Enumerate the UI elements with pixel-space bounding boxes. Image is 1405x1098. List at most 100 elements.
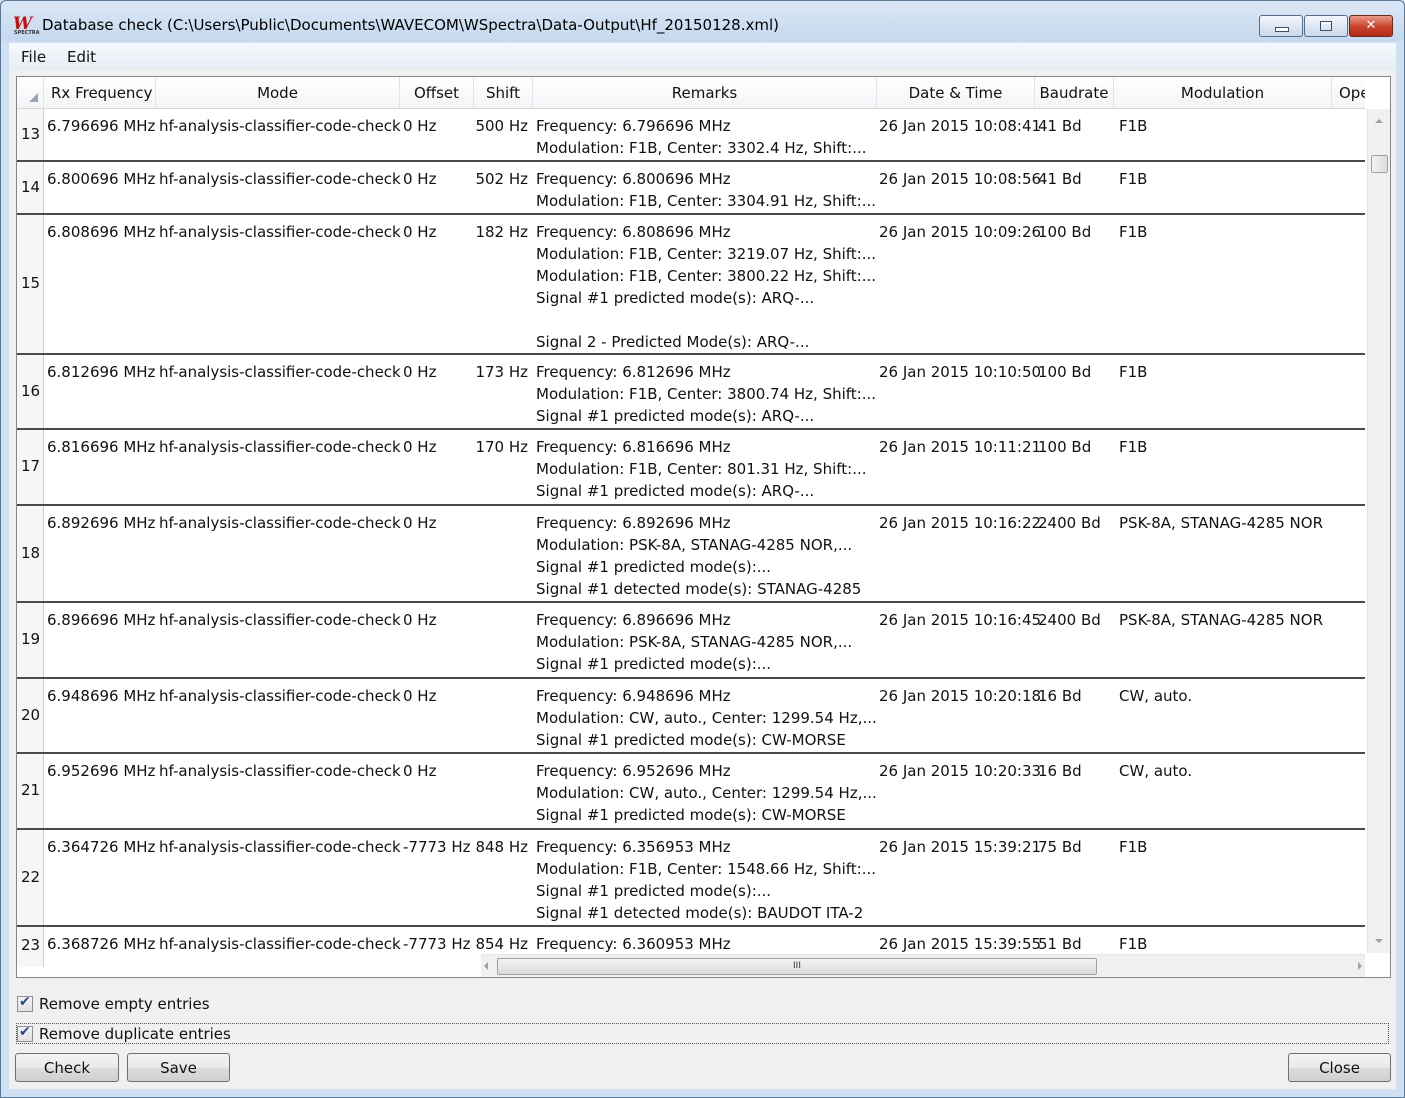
row-header[interactable]: 19 bbox=[17, 603, 44, 677]
table-row[interactable]: 21 6.952696 MHz hf-analysis-classifier-cod… bbox=[17, 754, 1365, 830]
cell-offset[interactable]: 0 Hz bbox=[403, 361, 473, 383]
row-header[interactable]: 16 bbox=[17, 355, 44, 428]
cell-mode[interactable]: hf-analysis-classifier-code-check bbox=[159, 512, 401, 534]
cell-modulation[interactable]: F1B bbox=[1119, 436, 1334, 458]
cell-baudrate[interactable]: 100 Bd bbox=[1038, 221, 1113, 243]
remove-empty-checkbox[interactable] bbox=[17, 994, 33, 1012]
cell-modulation[interactable]: CW, auto. bbox=[1119, 760, 1334, 782]
cell-rx-frequency[interactable]: 6.368726 MHz bbox=[47, 933, 155, 955]
scroll-down-icon[interactable] bbox=[1375, 939, 1383, 943]
cell-rx-frequency[interactable]: 6.948696 MHz bbox=[47, 685, 155, 707]
table-row[interactable]: 18 6.892696 MHz hf-analysis-classifier-cod… bbox=[17, 506, 1365, 603]
row-header[interactable]: 14 bbox=[17, 162, 44, 213]
table-row[interactable]: 15 6.808696 MHz hf-analysis-classifier-cod… bbox=[17, 215, 1365, 355]
cell-remarks[interactable]: Frequency: 6.360953 MHz bbox=[536, 933, 876, 955]
cell-mode[interactable]: hf-analysis-classifier-code-check bbox=[159, 115, 401, 137]
title-bar[interactable]: W SPECTRA Database check (C:\Users\Public… bbox=[1, 1, 1404, 43]
cell-modulation[interactable]: PSK-8A, STANAG-4285 NOR bbox=[1119, 609, 1334, 631]
cell-modulation[interactable]: F1B bbox=[1119, 221, 1334, 243]
cell-date-time[interactable]: 26 Jan 2015 15:39:21 bbox=[879, 836, 1041, 858]
cell-baudrate[interactable]: 51 Bd bbox=[1038, 933, 1113, 955]
cell-offset[interactable]: 0 Hz bbox=[403, 221, 473, 243]
cell-remarks[interactable]: Frequency: 6.808696 MHz Modulation: F1B, … bbox=[536, 221, 876, 353]
table-row[interactable]: 17 6.816696 MHz hf-analysis-classifier-cod… bbox=[17, 430, 1365, 506]
remove-duplicate-checkbox[interactable] bbox=[17, 1024, 33, 1042]
scroll-up-icon[interactable] bbox=[1375, 119, 1383, 123]
cell-mode[interactable]: hf-analysis-classifier-code-check bbox=[159, 685, 401, 707]
cell-shift[interactable]: 173 Hz bbox=[474, 361, 528, 383]
horizontal-scrollbar[interactable]: III bbox=[481, 954, 1365, 977]
cell-offset[interactable]: -7773 Hz bbox=[403, 933, 473, 955]
cell-baudrate[interactable]: 2400 Bd bbox=[1038, 512, 1113, 534]
row-header[interactable]: 20 bbox=[17, 679, 44, 752]
col-date-time[interactable]: Date & Time bbox=[877, 77, 1035, 108]
cell-offset[interactable]: -7773 Hz bbox=[403, 836, 473, 858]
cell-date-time[interactable]: 26 Jan 2015 15:39:55 bbox=[879, 933, 1041, 955]
menu-file[interactable]: File bbox=[21, 48, 46, 66]
cell-modulation[interactable]: F1B bbox=[1119, 168, 1334, 190]
col-operator[interactable]: Ope bbox=[1332, 77, 1365, 108]
row-header[interactable]: 15 bbox=[17, 215, 44, 353]
cell-shift[interactable]: 854 Hz bbox=[474, 933, 528, 955]
cell-modulation[interactable]: F1B bbox=[1119, 933, 1334, 955]
cell-mode[interactable]: hf-analysis-classifier-code-check bbox=[159, 609, 401, 631]
cell-shift[interactable]: 170 Hz bbox=[474, 436, 528, 458]
cell-baudrate[interactable]: 100 Bd bbox=[1038, 361, 1113, 383]
cell-rx-frequency[interactable]: 6.896696 MHz bbox=[47, 609, 155, 631]
remove-duplicate-option[interactable]: Remove duplicate entries bbox=[16, 1024, 316, 1046]
maximize-button[interactable] bbox=[1304, 15, 1348, 37]
cell-remarks[interactable]: Frequency: 6.356953 MHz Modulation: F1B, … bbox=[536, 836, 876, 924]
cell-shift[interactable]: 500 Hz bbox=[474, 115, 528, 137]
cell-baudrate[interactable]: 41 Bd bbox=[1038, 115, 1113, 137]
cell-date-time[interactable]: 26 Jan 2015 10:08:56 bbox=[879, 168, 1041, 190]
cell-date-time[interactable]: 26 Jan 2015 10:20:33 bbox=[879, 760, 1041, 782]
select-all-corner[interactable] bbox=[17, 77, 44, 108]
cell-date-time[interactable]: 26 Jan 2015 10:09:26 bbox=[879, 221, 1041, 243]
cell-rx-frequency[interactable]: 6.892696 MHz bbox=[47, 512, 155, 534]
wavecom-w-icon[interactable]: W SPECTRA bbox=[13, 15, 39, 37]
cell-date-time[interactable]: 26 Jan 2015 10:16:22 bbox=[879, 512, 1041, 534]
cell-mode[interactable]: hf-analysis-classifier-code-check bbox=[159, 361, 401, 383]
horizontal-scroll-thumb[interactable]: III bbox=[497, 958, 1097, 975]
col-rx-frequency[interactable]: Rx Frequency bbox=[43, 77, 156, 108]
cell-date-time[interactable]: 26 Jan 2015 10:16:45 bbox=[879, 609, 1041, 631]
cell-rx-frequency[interactable]: 6.796696 MHz bbox=[47, 115, 155, 137]
cell-remarks[interactable]: Frequency: 6.892696 MHz Modulation: PSK-8… bbox=[536, 512, 876, 600]
cell-offset[interactable]: 0 Hz bbox=[403, 512, 473, 534]
table-row[interactable]: 13 6.796696 MHz hf-analysis-classifier-cod… bbox=[17, 109, 1365, 162]
cell-date-time[interactable]: 26 Jan 2015 10:11:21 bbox=[879, 436, 1041, 458]
cell-baudrate[interactable]: 75 Bd bbox=[1038, 836, 1113, 858]
col-modulation[interactable]: Modulation bbox=[1114, 77, 1332, 108]
cell-baudrate[interactable]: 100 Bd bbox=[1038, 436, 1113, 458]
cell-modulation[interactable]: F1B bbox=[1119, 836, 1334, 858]
cell-shift[interactable]: 848 Hz bbox=[474, 836, 528, 858]
menu-edit[interactable]: Edit bbox=[67, 48, 96, 66]
cell-remarks[interactable]: Frequency: 6.812696 MHz Modulation: F1B, … bbox=[536, 361, 876, 427]
row-header[interactable]: 21 bbox=[17, 754, 44, 828]
cell-baudrate[interactable]: 16 Bd bbox=[1038, 760, 1113, 782]
cell-offset[interactable]: 0 Hz bbox=[403, 115, 473, 137]
col-offset[interactable]: Offset bbox=[400, 77, 474, 108]
cell-baudrate[interactable]: 16 Bd bbox=[1038, 685, 1113, 707]
cell-modulation[interactable]: F1B bbox=[1119, 115, 1334, 137]
scroll-right-icon[interactable] bbox=[1358, 962, 1362, 970]
cell-remarks[interactable]: Frequency: 6.948696 MHz Modulation: CW, a… bbox=[536, 685, 877, 751]
vertical-scrollbar[interactable] bbox=[1367, 109, 1390, 953]
minimize-button[interactable] bbox=[1259, 15, 1303, 37]
cell-modulation[interactable]: F1B bbox=[1119, 361, 1334, 383]
cell-remarks[interactable]: Frequency: 6.816696 MHz Modulation: F1B, … bbox=[536, 436, 876, 502]
row-header[interactable]: 23 bbox=[17, 927, 44, 967]
cell-mode[interactable]: hf-analysis-classifier-code-check bbox=[159, 168, 401, 190]
cell-rx-frequency[interactable]: 6.364726 MHz bbox=[47, 836, 155, 858]
cell-shift[interactable]: 182 Hz bbox=[474, 221, 528, 243]
cell-date-time[interactable]: 26 Jan 2015 10:08:41 bbox=[879, 115, 1041, 137]
cell-modulation[interactable]: PSK-8A, STANAG-4285 NOR bbox=[1119, 512, 1334, 534]
save-button[interactable]: Save bbox=[127, 1053, 230, 1082]
col-remarks[interactable]: Remarks bbox=[533, 77, 877, 108]
cell-rx-frequency[interactable]: 6.816696 MHz bbox=[47, 436, 155, 458]
cell-baudrate[interactable]: 41 Bd bbox=[1038, 168, 1113, 190]
col-shift[interactable]: Shift bbox=[474, 77, 533, 108]
table-row[interactable]: 16 6.812696 MHz hf-analysis-classifier-cod… bbox=[17, 355, 1365, 430]
cell-mode[interactable]: hf-analysis-classifier-code-check bbox=[159, 933, 401, 955]
table-row[interactable]: 14 6.800696 MHz hf-analysis-classifier-cod… bbox=[17, 162, 1365, 215]
